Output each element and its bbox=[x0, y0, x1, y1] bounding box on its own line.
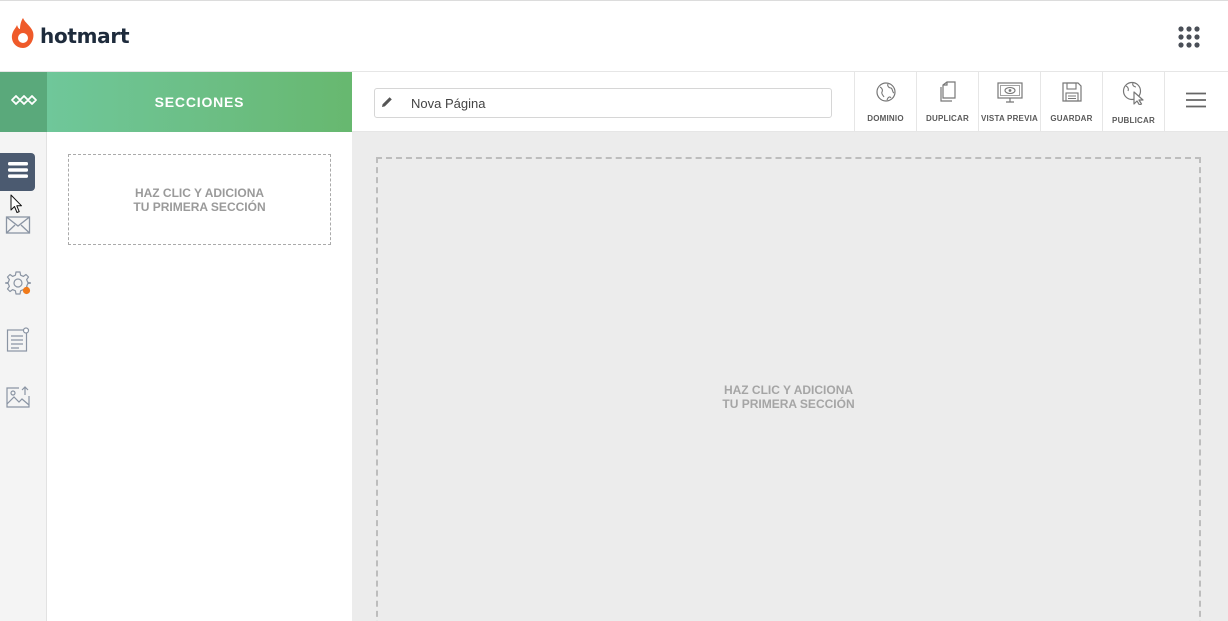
duplicate-label: DUPLICAR bbox=[926, 114, 969, 123]
image-upload-icon bbox=[5, 385, 31, 414]
sections-list-icon bbox=[7, 161, 29, 184]
duplicate-button[interactable]: DUPLICAR bbox=[916, 72, 978, 132]
globe-icon bbox=[875, 81, 897, 108]
top-header: hotmart bbox=[0, 1, 1228, 72]
preview-button[interactable]: VISTA PREVIA bbox=[978, 72, 1040, 132]
rail-item-images[interactable] bbox=[0, 380, 35, 418]
page-name-value: Nova Página bbox=[411, 95, 486, 111]
canvas-add-section-dropzone[interactable]: HAZ CLIC Y ADICIONA TU PRIMERA SECCIÓN bbox=[376, 157, 1201, 621]
left-icon-rail bbox=[0, 72, 47, 621]
save-disk-icon bbox=[1061, 81, 1083, 108]
canvas-dropzone-text-line1: HAZ CLIC Y ADICIONA bbox=[723, 383, 854, 397]
page-name-field[interactable]: Nova Página bbox=[374, 88, 832, 118]
preview-monitor-icon bbox=[996, 81, 1023, 108]
dropzone-text-line2: TU PRIMERA SECCIÓN bbox=[133, 199, 266, 214]
settings-gear-icon bbox=[4, 270, 32, 301]
save-button[interactable]: GUARDAR bbox=[1040, 72, 1102, 132]
publish-label: PUBLICAR bbox=[1112, 116, 1155, 125]
app-frame: hotmart SECCIONES HAZ CLIC Y ADICIONA TU… bbox=[0, 0, 1228, 621]
duplicate-icon bbox=[938, 81, 958, 108]
rail-item-sections[interactable] bbox=[0, 153, 35, 191]
add-section-dropzone[interactable]: HAZ CLIC Y ADICIONA TU PRIMERA SECCIÓN bbox=[68, 154, 331, 245]
hotmart-logo[interactable]: hotmart bbox=[10, 17, 130, 54]
preview-label: VISTA PREVIA bbox=[980, 114, 1039, 123]
brand-name: hotmart bbox=[40, 23, 130, 48]
page-canvas: HAZ CLIC Y ADICIONA TU PRIMERA SECCIÓN bbox=[352, 132, 1228, 621]
flame-icon bbox=[10, 17, 36, 54]
dropzone-text-line1: HAZ CLIC Y ADICIONA bbox=[134, 185, 265, 200]
sections-panel-header: SECCIONES bbox=[47, 72, 352, 132]
canvas-dropzone-text-line2: TU PRIMERA SECCIÓN bbox=[722, 397, 855, 411]
mouse-cursor-icon bbox=[10, 194, 24, 219]
publish-cursor-icon bbox=[1121, 81, 1147, 110]
menu-button[interactable] bbox=[1164, 72, 1226, 132]
publish-button[interactable]: PUBLICAR bbox=[1102, 72, 1164, 132]
sections-panel: HAZ CLIC Y ADICIONA TU PRIMERA SECCIÓN bbox=[47, 132, 352, 621]
form-icon bbox=[6, 326, 30, 358]
editor-toolbar: Nova Página DOMINIO DUPLICAR VISTA PREVI… bbox=[352, 72, 1228, 132]
rail-item-forms[interactable] bbox=[0, 323, 35, 361]
rail-collapse-button[interactable] bbox=[0, 72, 47, 132]
toolbar-actions: DOMINIO DUPLICAR VISTA PREVIA GUARDAR PU… bbox=[854, 72, 1226, 132]
domain-label: DOMINIO bbox=[867, 114, 904, 123]
hamburger-menu-icon bbox=[1185, 92, 1207, 113]
apps-grid-icon[interactable] bbox=[1178, 26, 1200, 53]
save-label: GUARDAR bbox=[1050, 114, 1093, 123]
domain-button[interactable]: DOMINIO bbox=[854, 72, 916, 132]
pencil-icon bbox=[381, 96, 393, 111]
zigzag-icon bbox=[10, 93, 38, 112]
rail-item-settings[interactable] bbox=[0, 266, 35, 304]
